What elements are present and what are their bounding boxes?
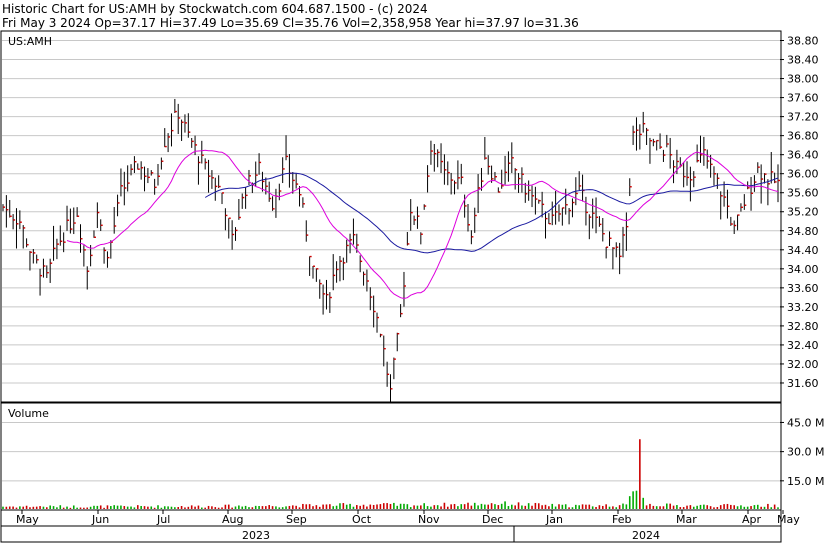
price-panel-title: US:AMH (8, 35, 52, 48)
price-tick-label: 38.40 (787, 54, 819, 67)
month-tick-label: May (16, 513, 39, 526)
month-tick-label: Feb (612, 513, 631, 526)
volume-tick-label: 15.0 M (787, 475, 824, 488)
price-tick-label: 38.80 (787, 35, 819, 48)
volume-panel-title: Volume (8, 407, 49, 420)
price-tick-label: 34.00 (787, 263, 819, 276)
chart-background (0, 0, 830, 543)
month-tick-label: Dec (482, 513, 503, 526)
month-tick-label: Mar (676, 513, 697, 526)
price-tick-label: 32.40 (787, 339, 819, 352)
price-tick-label: 33.20 (787, 301, 819, 314)
price-tick-label: 37.60 (787, 92, 819, 105)
month-tick-label: Jan (545, 513, 563, 526)
price-tick-label: 34.40 (787, 244, 819, 257)
year-label: 2023 (242, 529, 270, 542)
month-tick-label: Aug (222, 513, 243, 526)
price-tick-label: 36.80 (787, 130, 819, 143)
stock-chart: Historic Chart for US:AMH by Stockwatch.… (0, 0, 830, 543)
year-label: 2024 (632, 529, 660, 542)
month-tick-label: Oct (352, 513, 372, 526)
month-tick-label: Nov (418, 513, 440, 526)
price-tick-label: 37.20 (787, 111, 819, 124)
price-tick-label: 36.00 (787, 168, 819, 181)
month-tick-label: Jun (91, 513, 109, 526)
header-line-1: Historic Chart for US:AMH by Stockwatch.… (2, 2, 428, 16)
volume-axis-ticks: 45.0 M 30.0 M 15.0 M (780, 416, 824, 488)
month-tick-label: Sep (286, 513, 307, 526)
price-tick-label: 32.00 (787, 358, 819, 371)
volume-tick-label: 30.0 M (787, 446, 824, 459)
price-tick-label: 34.80 (787, 225, 819, 238)
header-line-2: Fri May 3 2024 Op=37.17 Hi=37.49 Lo=35.6… (2, 16, 579, 30)
volume-tick-label: 45.0 M (787, 416, 824, 429)
price-tick-label: 36.40 (787, 149, 819, 162)
price-tick-label: 38.00 (787, 73, 819, 86)
price-tick-label: 31.60 (787, 377, 819, 390)
price-tick-label: 35.60 (787, 187, 819, 200)
month-tick-label: May (777, 513, 800, 526)
price-tick-label: 35.20 (787, 206, 819, 219)
price-tick-label: 32.80 (787, 320, 819, 333)
month-tick-label: Apr (742, 513, 762, 526)
month-tick-label: Jul (156, 513, 170, 526)
price-tick-label: 33.60 (787, 282, 819, 295)
